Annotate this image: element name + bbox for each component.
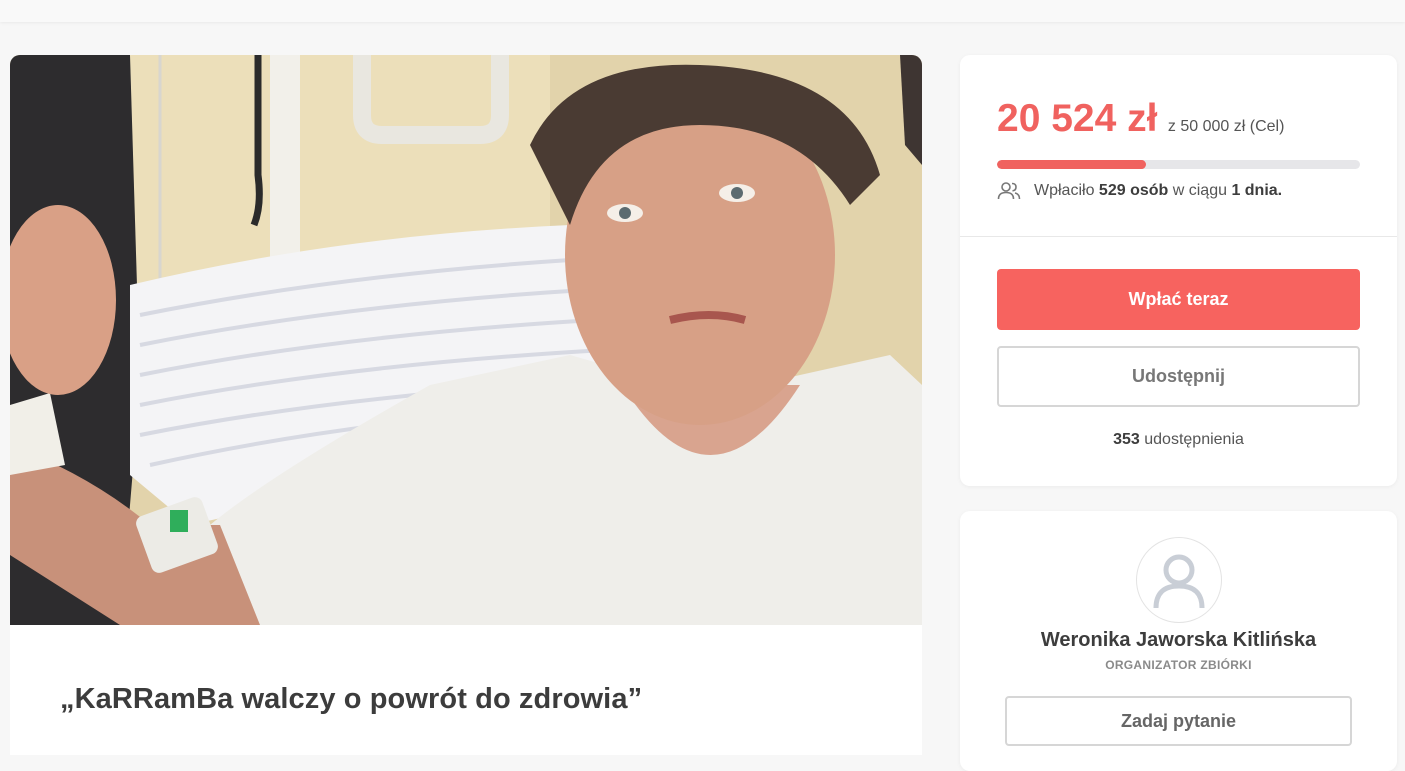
organizer-name[interactable]: Weronika Jaworska Kitlińska bbox=[960, 629, 1397, 652]
donate-now-button[interactable]: Wpłać teraz bbox=[997, 269, 1360, 330]
share-button[interactable]: Udostępnij bbox=[997, 346, 1360, 407]
top-bar bbox=[0, 0, 1405, 22]
organizer-role: ORGANIZATOR ZBIÓRKI bbox=[1105, 658, 1252, 672]
raised-amount: 20 524 zł bbox=[997, 97, 1158, 140]
donors-count: 529 osób bbox=[1098, 182, 1169, 199]
ask-question-button[interactable]: Zadaj pytanie bbox=[1005, 696, 1352, 746]
donors-period: 1 dnia. bbox=[1231, 182, 1283, 199]
organizer-card: Weronika Jaworska Kitlińska ORGANIZATOR … bbox=[960, 511, 1397, 771]
users-icon bbox=[997, 182, 1021, 200]
shares-number: 353 bbox=[1113, 431, 1140, 448]
donors-summary: Wpłaciło 529 osób w ciągu 1 dnia. bbox=[997, 181, 1282, 201]
campaign-title: „KaRRamBa walczy o powrót do zdrowia” bbox=[60, 683, 643, 715]
amount-row: 20 524 zł z 50 000 zł (Cel) bbox=[997, 97, 1284, 141]
campaign-card: „KaRRamBa walczy o powrót do zdrowia” bbox=[10, 55, 922, 755]
avatar[interactable] bbox=[1136, 537, 1222, 623]
donors-prefix: Wpłaciło bbox=[1034, 182, 1095, 199]
progress-bar bbox=[997, 160, 1360, 169]
divider bbox=[960, 236, 1397, 237]
shares-label: udostępnienia bbox=[1144, 431, 1244, 448]
donation-card: 20 524 zł z 50 000 zł (Cel) Wpłaciło 529… bbox=[960, 55, 1397, 486]
donors-middle: w ciągu bbox=[1172, 182, 1227, 199]
progress-bar-fill bbox=[997, 160, 1146, 169]
shares-count: 353 udostępnienia bbox=[960, 431, 1397, 449]
campaign-photo[interactable] bbox=[10, 55, 922, 625]
user-avatar-icon bbox=[1153, 554, 1205, 609]
goal-amount: z 50 000 zł (Cel) bbox=[1167, 118, 1285, 135]
